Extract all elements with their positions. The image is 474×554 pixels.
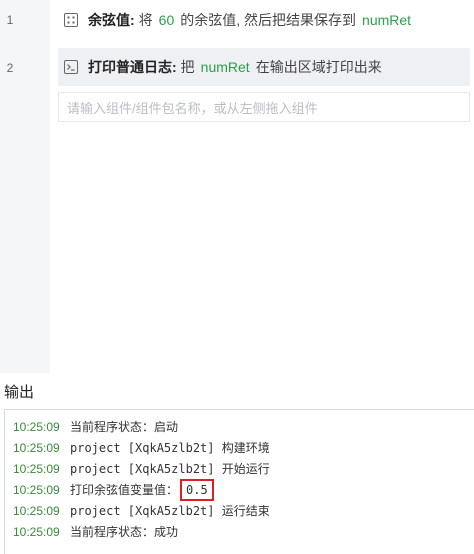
- output-log-panel[interactable]: 10:25:09 当前程序状态：启动 10:25:09 project [Xqk…: [4, 409, 474, 554]
- block-text: 的余弦值, 然后把结果保存到: [180, 12, 357, 28]
- output-title-text: 输出: [4, 383, 35, 401]
- log-message: 当前程序状态：启动: [70, 420, 179, 434]
- line-gutter: 1 2: [0, 0, 50, 373]
- log-timestamp: 10:25:09: [13, 524, 60, 539]
- output-title: 输出: [0, 373, 474, 409]
- log-row: 10:25:09 当前程序状态：启动: [5, 416, 474, 437]
- block-variable[interactable]: numRet: [362, 12, 411, 28]
- line-number: 2: [6, 61, 14, 75]
- block-text: 把: [180, 59, 195, 75]
- function-grid-icon: [64, 13, 78, 27]
- log-timestamp: 10:25:09: [13, 419, 60, 434]
- log-row: 10:25:09 project [XqkA5zlb2t] 运行结束: [5, 500, 474, 521]
- log-row: 10:25:09 打印余弦值变量值： 0.5: [5, 478, 474, 501]
- log-row: 10:25:09 当前程序状态：成功: [5, 521, 474, 542]
- block-variable[interactable]: 60: [159, 12, 175, 28]
- log-message: 当前程序状态：成功: [70, 525, 179, 539]
- search-placeholder: 请输入组件/组件包名称，或从左侧拖入组件: [67, 100, 318, 116]
- terminal-icon: [64, 60, 78, 74]
- block-title: 余弦值:: [88, 12, 135, 28]
- print-log-block[interactable]: 打印普通日志: 把 numRet 在输出区域打印出来: [58, 48, 470, 86]
- flow-editor: 1 2 余弦值: 将 60 的余弦值, 然后把结果保存到 numRet 打印普通…: [0, 0, 474, 373]
- component-search-input[interactable]: 请输入组件/组件包名称，或从左侧拖入组件: [58, 92, 470, 122]
- log-message: project [XqkA5zlb2t] 开始运行: [70, 462, 270, 476]
- log-message: project [XqkA5zlb2t] 构建环境: [70, 441, 270, 455]
- block-text: 将: [138, 12, 153, 28]
- log-timestamp: 10:25:09: [13, 440, 60, 455]
- block-text: 在输出区域打印出来: [255, 59, 382, 75]
- highlighted-value: 0.5: [180, 478, 214, 501]
- log-message: project [XqkA5zlb2t] 运行结束: [70, 504, 270, 518]
- cosine-block[interactable]: 余弦值: 将 60 的余弦值, 然后把结果保存到 numRet: [58, 1, 470, 39]
- block-title: 打印普通日志:: [88, 59, 177, 75]
- block-variable[interactable]: numRet: [201, 59, 250, 75]
- log-row: 10:25:09 project [XqkA5zlb2t] 构建环境: [5, 437, 474, 458]
- log-message: 打印余弦值变量值：: [70, 483, 179, 497]
- log-timestamp: 10:25:09: [13, 503, 60, 518]
- line-number: 1: [6, 13, 14, 27]
- log-timestamp: 10:25:09: [13, 461, 60, 476]
- log-row: 10:25:09 project [XqkA5zlb2t] 开始运行: [5, 458, 474, 479]
- log-timestamp: 10:25:09: [13, 482, 60, 497]
